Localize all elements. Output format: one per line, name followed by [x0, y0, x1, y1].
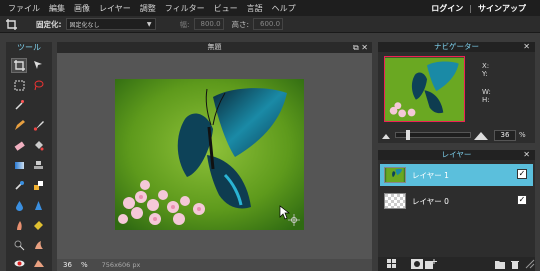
spot-heal-tool[interactable]	[30, 256, 46, 271]
clone-stamp-tool[interactable]	[30, 158, 46, 173]
menu-file[interactable]: ファイル	[8, 3, 40, 14]
butterfly-photo	[115, 79, 304, 230]
lasso-tool[interactable]	[30, 78, 46, 93]
zoom-slider-handle[interactable]	[406, 130, 410, 140]
crop-constraint-value: 固定化なし	[69, 21, 100, 29]
zoom-in-icon[interactable]	[474, 131, 488, 140]
toolbox-panel: ツール	[6, 42, 52, 271]
crop-constraint-select[interactable]: 固定化なし ▼	[65, 18, 156, 30]
menu-view[interactable]: ビュー	[214, 3, 238, 14]
magic-wand-tool[interactable]	[11, 97, 27, 112]
paint-bucket-tool[interactable]	[30, 138, 46, 153]
navigator-title: ナビゲーター	[434, 42, 479, 51]
eraser-tool[interactable]	[11, 138, 27, 153]
close-icon[interactable]: ✕	[361, 43, 368, 52]
layer-row[interactable]: レイヤー 1 ✓	[380, 164, 533, 186]
login-link[interactable]: ログイン	[431, 3, 463, 14]
width-coord-label: W:	[482, 88, 491, 96]
signup-link[interactable]: サインアップ	[478, 3, 526, 14]
navigator-zoom-unit: %	[519, 131, 526, 139]
width-label: 幅:	[179, 19, 190, 29]
layer-name: レイヤー 1	[412, 170, 449, 180]
menu-filter[interactable]: フィルター	[165, 3, 205, 14]
document-statusbar: 36 % 756x606 px	[57, 259, 372, 271]
dodge-tool[interactable]	[11, 238, 27, 253]
height-coord-label: H:	[482, 96, 490, 104]
width-input[interactable]: 800.0	[193, 18, 224, 30]
close-icon[interactable]: ✕	[523, 150, 530, 160]
image-dimensions: 756x606 px	[101, 261, 141, 269]
blur-tool[interactable]	[11, 198, 27, 213]
layer-thumbnail	[384, 167, 406, 183]
menu-language[interactable]: 言語	[247, 3, 263, 14]
brush-tool[interactable]	[30, 118, 46, 133]
color-replace-tool[interactable]	[11, 178, 27, 193]
navigator-title-bar: ナビゲーター ✕	[378, 42, 535, 52]
layer-thumbnail	[384, 193, 406, 209]
folder-icon[interactable]	[495, 259, 505, 269]
restore-icon[interactable]: ⧉	[353, 43, 359, 52]
layers-panel: レイヤー ✕ レイヤー 1 ✓ レイヤー 0 ✓	[378, 150, 535, 271]
close-icon[interactable]: ✕	[523, 42, 530, 52]
zoom-slider[interactable]	[395, 130, 471, 140]
crosshair-icon	[288, 214, 300, 226]
crop-icon	[4, 17, 18, 31]
burn-tool[interactable]	[30, 238, 46, 253]
height-input[interactable]: 600.0	[253, 18, 284, 30]
document-window: 無題 ⧉ ✕ 36 % 756x606 px	[57, 42, 372, 271]
menu-help[interactable]: ヘルプ	[272, 3, 296, 14]
menu-layer[interactable]: レイヤー	[99, 3, 131, 14]
new-layer-icon[interactable]	[425, 259, 437, 269]
chevron-down-icon: ▼	[146, 21, 152, 28]
layer-name: レイヤー 0	[412, 196, 449, 206]
x-coord-label: X:	[482, 62, 490, 70]
navigator-zoom-field[interactable]: 36	[494, 129, 516, 141]
marquee-tool[interactable]	[11, 78, 27, 93]
drawing-tool[interactable]	[30, 178, 46, 193]
navigator-thumbnail[interactable]	[384, 56, 465, 122]
navigator-panel: ナビゲーター ✕ X: Y: W: H: 36 %	[378, 42, 535, 143]
resize-grip-icon[interactable]	[525, 259, 535, 269]
layer-visibility-checkbox[interactable]: ✓	[517, 169, 527, 179]
document-title: 無題	[207, 43, 222, 51]
height-label: 高さ:	[231, 19, 250, 29]
zoom-out-icon[interactable]	[382, 131, 392, 139]
layer-row[interactable]: レイヤー 0 ✓	[380, 190, 533, 212]
sharpen-tool[interactable]	[30, 198, 46, 213]
layers-title: レイヤー	[441, 150, 472, 159]
layers-title-bar: レイヤー ✕	[378, 150, 535, 160]
red-eye-tool[interactable]	[11, 256, 27, 271]
move-tool[interactable]	[30, 58, 46, 73]
menu-image[interactable]: 画像	[74, 3, 90, 14]
image-canvas[interactable]	[115, 79, 304, 230]
layers-toolbar	[378, 257, 535, 271]
account-links: ログイン | サインアップ	[431, 0, 526, 16]
layer-mask-icon[interactable]	[411, 259, 423, 269]
menu-edit[interactable]: 編集	[49, 3, 65, 14]
smudge-tool[interactable]	[11, 218, 27, 233]
pencil-tool[interactable]	[11, 118, 27, 133]
account-separator: |	[469, 3, 472, 13]
navigator-zoom-row: 36 %	[382, 129, 532, 141]
window-controls: ⧉ ✕	[353, 42, 368, 53]
toolbox-title: ツール	[17, 43, 41, 52]
layer-visibility-checkbox[interactable]: ✓	[517, 195, 527, 205]
trash-icon[interactable]	[510, 259, 520, 269]
gradient-tool[interactable]	[11, 158, 27, 173]
layer-styles-icon[interactable]	[387, 259, 397, 269]
tool-options-bar: 固定化: 固定化なし ▼ 幅: 800.0 高さ: 600.0	[0, 16, 540, 33]
sponge-tool[interactable]	[30, 218, 46, 233]
crop-tool[interactable]	[11, 58, 27, 73]
crop-constraint-label: 固定化:	[36, 19, 62, 29]
y-coord-label: Y:	[482, 70, 488, 78]
zoom-unit: %	[81, 261, 88, 269]
zoom-field[interactable]: 36	[63, 261, 77, 269]
menu-adjust[interactable]: 調整	[140, 3, 156, 14]
navigator-info: X: Y: W: H:	[482, 62, 491, 104]
document-titlebar: 無題 ⧉ ✕	[57, 42, 372, 53]
